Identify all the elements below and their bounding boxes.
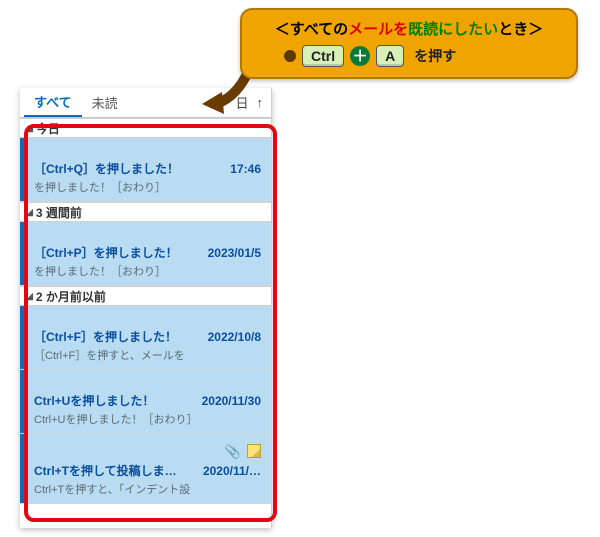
- selected-indicator: [20, 370, 24, 433]
- key-a: A: [376, 45, 404, 67]
- key-ctrl: Ctrl: [302, 45, 344, 67]
- mail-preview: を押しました！［おわり］: [34, 263, 261, 279]
- chevron-down-icon: ◢: [26, 291, 33, 302]
- group-header-2months[interactable]: ◢ 2 か月前以前: [20, 286, 271, 306]
- chevron-down-icon: ◢: [26, 123, 33, 134]
- mail-subject: ［Ctrl+Q］を押しました！: [34, 160, 179, 177]
- mail-date: 2022/10/8: [208, 330, 261, 344]
- plus-icon: ＋: [350, 46, 370, 66]
- mail-subject: Ctrl+Uを押しました！: [34, 392, 154, 409]
- group-header-3weeks[interactable]: ◢ 3 週間前: [20, 202, 271, 222]
- mail-subject: Ctrl+Tを押して投稿します！: [34, 462, 182, 479]
- mail-date: 2023/01/5: [208, 246, 261, 260]
- press-label: を押す: [414, 46, 456, 66]
- group-header-today[interactable]: ◢ 今日: [20, 118, 271, 138]
- mail-item[interactable]: Ctrl+Uを押しました！ 2020/11/30 Ctrl+Uを押しました！［お…: [20, 370, 271, 434]
- group-label: 3 週間前: [36, 204, 82, 221]
- group-label: 2 か月前以前: [36, 288, 106, 305]
- selected-indicator: [20, 138, 24, 201]
- callout-title: ＜すべてのメールを既読にしたいとき＞: [254, 18, 564, 39]
- mail-subject: ［Ctrl+P］を押しました！: [34, 244, 178, 261]
- instruction-callout: ＜すべてのメールを既読にしたいとき＞ Ctrl ＋ A を押す: [240, 8, 578, 79]
- mail-preview: ［Ctrl+F］を押すと、メールを: [34, 347, 261, 363]
- mail-item[interactable]: ［Ctrl+Q］を押しました！ 17:46 を押しました！［おわり］: [20, 138, 271, 202]
- attachment-icon: 📎: [225, 444, 241, 460]
- mail-preview: を押しました！［おわり］: [34, 179, 261, 195]
- selected-indicator: [20, 222, 24, 285]
- mail-list-panel: すべて 未読 日 ↑ ◢ 今日 ［Ctrl+Q］を押しました！ 17:46 を押…: [20, 88, 272, 528]
- tab-unread[interactable]: 未読: [82, 89, 128, 116]
- mail-item[interactable]: ［Ctrl+P］を押しました！ 2023/01/5 を押しました！［おわり］: [20, 222, 271, 286]
- group-label: 今日: [36, 120, 60, 137]
- callout-keys-row: Ctrl ＋ A を押す: [254, 45, 564, 67]
- mail-item[interactable]: 📎 Ctrl+Tを押して投稿します！ 2020/11/… Ctrl+Tを押すと、…: [20, 434, 271, 504]
- sort-direction-button[interactable]: ↑: [253, 93, 268, 112]
- selected-indicator: [20, 306, 24, 369]
- tab-bar: すべて 未読 日 ↑: [20, 88, 271, 118]
- mail-date: 2020/11/…: [203, 464, 261, 478]
- mail-subject: ［Ctrl+F］を押しました！: [34, 328, 177, 345]
- note-icon: [247, 444, 261, 458]
- tab-all[interactable]: すべて: [24, 88, 82, 117]
- chevron-down-icon: ◢: [26, 207, 33, 218]
- mail-date: 2020/11/30: [202, 394, 261, 408]
- mail-preview: Ctrl+Uを押しました！［おわり］: [34, 411, 261, 427]
- sort-by-button[interactable]: 日: [231, 91, 252, 114]
- selected-indicator: [20, 434, 24, 503]
- mail-date: 17:46: [230, 162, 261, 176]
- mail-item[interactable]: ［Ctrl+F］を押しました！ 2022/10/8 ［Ctrl+F］を押すと、メ…: [20, 306, 271, 370]
- mail-list: ◢ 今日 ［Ctrl+Q］を押しました！ 17:46 を押しました！［おわり］ …: [20, 118, 271, 528]
- mail-icons: 📎: [34, 444, 261, 460]
- bullet-icon: [284, 50, 296, 62]
- mail-preview: Ctrl+Tを押すと、「インデント設: [34, 481, 261, 497]
